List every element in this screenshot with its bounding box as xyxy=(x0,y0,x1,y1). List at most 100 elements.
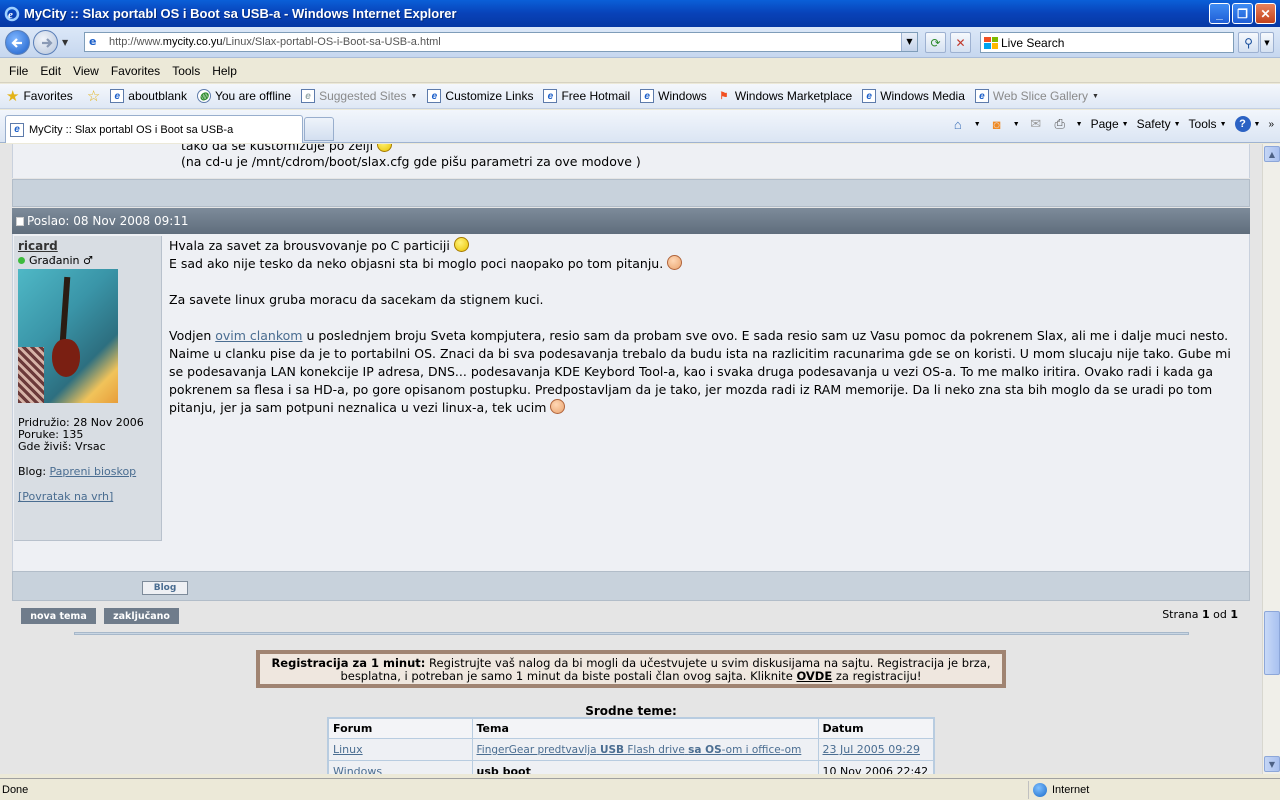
safety-menu[interactable]: Safety ▼ xyxy=(1137,117,1181,131)
window-title: MyCity :: Slax portabl OS i Boot sa USB-… xyxy=(24,6,457,21)
fav-label: Suggested Sites xyxy=(319,89,407,103)
fav-windows[interactable]: e Windows xyxy=(640,89,707,103)
chevron-down-icon: ▼ xyxy=(410,92,418,100)
date-link[interactable]: 23 Jul 2005 09:29 xyxy=(823,743,920,756)
address-dropdown-icon[interactable]: ▼ xyxy=(901,33,917,51)
fav-free-hotmail[interactable]: e Free Hotmail xyxy=(543,89,630,103)
previous-post-line: tako da se kustomizuje po zelji xyxy=(181,144,393,154)
search-options-dropdown-icon[interactable]: ▼ xyxy=(1260,32,1274,53)
username-link[interactable]: ricard xyxy=(18,239,157,253)
fav-label: Windows Marketplace xyxy=(734,89,853,103)
menu-help[interactable]: Help xyxy=(212,64,237,78)
new-tab-button[interactable] xyxy=(304,117,334,141)
window-title-bar: e MyCity :: Slax portabl OS i Boot sa US… xyxy=(0,0,1280,27)
tab-active[interactable]: e MyCity :: Slax portabl OS i Boot sa US… xyxy=(5,115,303,143)
fav-label: You are offline xyxy=(214,89,292,103)
chevron-down-icon: ▼ xyxy=(1253,120,1261,128)
print-dropdown-icon[interactable]: ▼ xyxy=(1076,121,1083,128)
scroll-down-icon[interactable]: ▼ xyxy=(1264,756,1280,772)
print-icon[interactable]: ⎙ xyxy=(1052,116,1068,132)
stop-button[interactable]: ✕ xyxy=(950,32,971,53)
locked-button[interactable]: zaključano xyxy=(104,608,179,624)
minimize-button[interactable]: _ xyxy=(1209,3,1230,24)
article-link[interactable]: ovim clankom xyxy=(215,328,302,343)
url-text[interactable]: http://www.mycity.co.yu/Linux/Slax-porta… xyxy=(109,36,441,48)
blog-button[interactable]: Blog xyxy=(142,581,188,595)
forum-link[interactable]: Windows xyxy=(333,765,382,774)
user-rank: Građanin ♂ xyxy=(18,254,157,267)
menu-favorites[interactable]: Favorites xyxy=(111,64,160,78)
add-to-favorites-button[interactable]: ☆ xyxy=(87,87,104,105)
page-content: tako da se kustomizuje po zelji (na cd-u… xyxy=(0,144,1262,774)
globe-icon: ◍ xyxy=(196,89,211,103)
scroll-up-icon[interactable]: ▲ xyxy=(1264,146,1280,162)
date-text: 10 Nov 2006 22:42 xyxy=(817,760,935,774)
chevron-down-icon: ▼ xyxy=(1092,92,1099,100)
page-icon: e xyxy=(974,89,989,103)
topic-link[interactable]: FingerGear predtvavlja USB Flash drive s… xyxy=(477,744,802,756)
fav-label: Customize Links xyxy=(445,89,534,103)
table-header-row: Forum Tema Datum xyxy=(327,717,935,739)
mail-icon[interactable]: ✉ xyxy=(1028,116,1044,132)
chevron-down-icon: ▼ xyxy=(1173,120,1181,128)
online-status-icon xyxy=(18,257,25,264)
forum-link[interactable]: Linux xyxy=(333,743,363,756)
pagination: Strana 1 od 1 xyxy=(1162,608,1238,621)
menu-file[interactable]: File xyxy=(9,64,28,78)
smile-emoticon-icon xyxy=(453,237,469,252)
safety-menu-label: Safety xyxy=(1136,117,1171,131)
fav-label: Windows xyxy=(658,89,707,103)
previous-post-line: (na cd-u je /mnt/cdrom/boot/slax.cfg gde… xyxy=(181,154,641,169)
fav-windows-media[interactable]: e Windows Media xyxy=(862,89,965,103)
vertical-scrollbar[interactable]: ▲ ▼ xyxy=(1262,144,1280,774)
forward-arrow-icon xyxy=(41,37,53,48)
more-chevron-icon[interactable]: » xyxy=(1268,119,1274,130)
history-dropdown-icon[interactable]: ▼ xyxy=(62,38,68,47)
menu-edit[interactable]: Edit xyxy=(40,64,61,78)
home-dropdown-icon[interactable]: ▼ xyxy=(974,121,981,128)
post-header: Poslao: 08 Nov 2008 09:11 xyxy=(12,208,1250,234)
help-icon: ? xyxy=(1234,116,1251,132)
page-menu[interactable]: Page ▼ xyxy=(1091,117,1129,131)
column-header: Tema xyxy=(471,717,819,739)
search-input[interactable]: Live Search xyxy=(980,32,1234,53)
tools-menu[interactable]: Tools ▼ xyxy=(1189,117,1227,131)
fav-web-slice-gallery[interactable]: e Web Slice Gallery ▼ xyxy=(974,89,1099,103)
search-placeholder: Live Search xyxy=(1001,35,1065,50)
page-icon: e xyxy=(89,35,97,48)
new-topic-button[interactable]: nova tema xyxy=(21,608,96,624)
post-body: ricard Građanin ♂ Pridružio: 28 Nov 2006… xyxy=(12,234,1250,571)
related-topics-title: Srodne teme: xyxy=(585,704,677,718)
forward-button[interactable] xyxy=(33,30,58,55)
close-button[interactable]: ✕ xyxy=(1255,3,1276,24)
blog-link[interactable]: Papreni bioskop xyxy=(50,465,137,478)
scroll-thumb[interactable] xyxy=(1264,611,1280,675)
divider xyxy=(74,632,1189,635)
feed-dropdown-icon[interactable]: ▼ xyxy=(1013,121,1020,128)
blog-label: Blog: xyxy=(18,465,47,478)
register-link[interactable]: OVDE xyxy=(796,669,832,683)
fav-offline[interactable]: ◍ You are offline xyxy=(196,89,292,103)
search-button[interactable]: ⚲ xyxy=(1238,32,1259,53)
svg-text:e: e xyxy=(8,9,13,21)
favorites-button[interactable]: ★ Favorites xyxy=(6,87,73,105)
menu-tools[interactable]: Tools xyxy=(172,64,200,78)
add-favorite-star-icon: ☆ xyxy=(86,88,101,105)
windows-flag-icon: ⚑ xyxy=(719,90,729,102)
back-to-top-link[interactable]: [Povratak na vrh] xyxy=(18,490,157,503)
fav-aboutblank[interactable]: e aboutblank xyxy=(110,89,187,103)
back-button[interactable] xyxy=(5,30,30,55)
maximize-button[interactable]: ❐ xyxy=(1232,3,1253,24)
topic-link[interactable]: usb boot xyxy=(477,765,531,774)
favorites-star-icon: ★ xyxy=(6,88,20,105)
home-icon[interactable]: ⌂ xyxy=(950,116,966,132)
rss-feed-icon[interactable]: ◙ xyxy=(989,116,1005,132)
fav-customize-links[interactable]: e Customize Links xyxy=(427,89,533,103)
fav-windows-marketplace[interactable]: ⚑ Windows Marketplace xyxy=(717,89,852,103)
menu-view[interactable]: View xyxy=(73,64,99,78)
refresh-button[interactable]: ⟳ xyxy=(925,32,946,53)
help-menu[interactable]: ? ▼ xyxy=(1234,116,1261,132)
address-field[interactable]: e http://www.mycity.co.yu/Linux/Slax-por… xyxy=(84,32,918,52)
security-zone[interactable]: Internet xyxy=(1028,781,1089,799)
fav-suggested-sites[interactable]: e Suggested Sites ▼ xyxy=(301,89,417,103)
